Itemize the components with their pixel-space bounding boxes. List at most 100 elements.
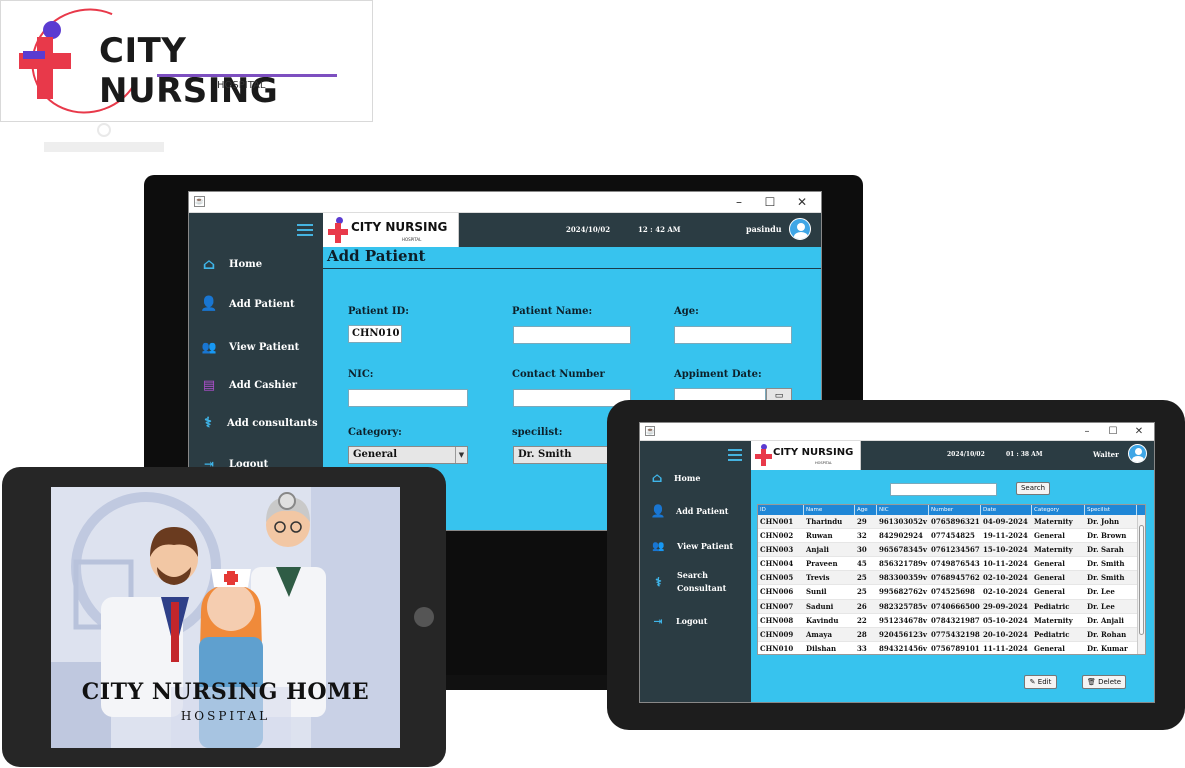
table-row[interactable]: CHN009 Amaya 28 920456123v 0775432198 20-10-2… — [758, 627, 1145, 642]
delete-button[interactable]: 🗑 Delete — [1082, 675, 1126, 689]
table-cell: 0784321987 — [931, 615, 980, 625]
table-cell: Ruwan — [806, 531, 833, 541]
sidebar-item-label: Logout — [676, 616, 708, 626]
maximize-button[interactable]: ☐ — [1104, 424, 1122, 440]
table-cell: 856321789v — [879, 559, 927, 569]
sidebar-item-add-patient[interactable]: 👤 Add Patient — [640, 502, 729, 520]
header-time: 12 : 42 AM — [638, 225, 681, 234]
column-header[interactable]: Age — [855, 505, 877, 515]
menu-icon[interactable] — [297, 224, 313, 236]
table-cell: 19-11-2024 — [983, 531, 1028, 541]
sidebar-item-logout[interactable]: ⇥ Logout — [640, 612, 707, 630]
table-cell: General — [1034, 587, 1065, 597]
sidebar-item-add-cashier[interactable]: ▤ Add Cashier — [189, 374, 297, 396]
table-cell: Maternity — [1034, 545, 1073, 555]
column-header[interactable]: Number — [929, 505, 981, 515]
menu-icon[interactable] — [728, 449, 742, 461]
sidebar-item-search-consultant[interactable]: ⚕ Search Consultant — [640, 569, 727, 595]
table-cell: 25 — [857, 573, 867, 583]
table-cell: CHN003 — [760, 545, 794, 555]
column-header[interactable]: Date — [981, 505, 1032, 515]
sidebar-item-home[interactable]: ⌂ Home — [640, 469, 701, 487]
table-cell: 02-10-2024 — [983, 587, 1028, 597]
table-cell: Dr. John — [1087, 517, 1120, 526]
sidebar-item-home[interactable]: ⌂ Home — [189, 253, 262, 275]
column-header[interactable]: Category — [1032, 505, 1085, 515]
table-row[interactable]: CHN003 Anjali 30 965678345v 0761234567 15-10-… — [758, 543, 1145, 558]
table-cell: 894321456v — [879, 643, 927, 653]
table-row[interactable]: CHN007 Saduni 26 982325785v 0740666500 29-09-… — [758, 599, 1145, 614]
tablet-home-button — [414, 607, 434, 627]
home-icon: ⌂ — [651, 470, 663, 486]
maximize-button[interactable]: ☐ — [761, 194, 779, 210]
sidebar-item-view-patient[interactable]: 👥 View Patient — [189, 336, 300, 358]
scrollbar-thumb[interactable] — [1139, 525, 1144, 635]
brand-logo: CITY NURSING HOSPITAL — [0, 0, 373, 130]
table-cell: 28 — [857, 629, 867, 639]
stethoscope-icon: ⚕ — [655, 575, 662, 589]
specialist-select[interactable]: Dr. Smith — [513, 446, 613, 464]
table-cell: 29 — [857, 517, 867, 526]
patient-name-input[interactable] — [513, 326, 631, 344]
sidebar-item-add-consultants[interactable]: ⚕ Add consultants — [189, 412, 317, 434]
contact-number-input[interactable] — [513, 389, 631, 407]
add-user-icon: 👤 — [200, 296, 218, 312]
table-cell: CHN007 — [760, 601, 794, 611]
table-cell: 0740666500 — [931, 601, 980, 611]
table-cell: CHN005 — [760, 573, 794, 583]
table-row[interactable]: CHN010 Dilshan 33 894321456v 0756789101 11-11… — [758, 642, 1145, 654]
table-cell: 982325785v — [879, 601, 927, 611]
title-divider — [323, 268, 821, 269]
header-logo-name: CITY NURSING — [351, 220, 448, 234]
search-button[interactable]: Search — [1016, 482, 1050, 495]
table-cell: 077454825 — [931, 531, 975, 541]
search-input[interactable] — [890, 483, 997, 496]
table-cell: 10-11-2024 — [983, 559, 1028, 569]
header-logo: CITY NURSING HOSPITAL — [323, 213, 459, 247]
table-cell: Dr. Anjali — [1087, 615, 1124, 625]
close-button[interactable]: ✕ — [1130, 424, 1148, 440]
table-cell: Kavindu — [806, 615, 839, 625]
minimize-button[interactable]: – — [730, 194, 748, 210]
column-header[interactable]: ID — [758, 505, 804, 515]
header-time: 01 : 38 AM — [1006, 451, 1043, 458]
table-row[interactable]: CHN006 Sunil 25 995682762v 074525698 02-10-20… — [758, 585, 1145, 600]
table-row[interactable]: CHN004 Praveen 45 856321789v 0749876543 10-11… — [758, 557, 1145, 572]
table-cell: Sunil — [806, 587, 827, 597]
column-header[interactable]: Name — [804, 505, 855, 515]
table-row[interactable]: CHN008 Kavindu 22 951234678v 0784321987 05-10… — [758, 614, 1145, 628]
user-avatar-icon[interactable] — [1128, 444, 1147, 463]
sidebar-item-view-patient[interactable]: 👥 View Patient — [640, 537, 733, 555]
column-header[interactable]: Specilist — [1085, 505, 1137, 515]
table-row[interactable]: CHN002 Ruwan 32 842902924 077454825 19-11-202… — [758, 529, 1145, 544]
table-cell: 0756789101 — [931, 643, 980, 653]
splash-title: CITY NURSING HOME — [81, 679, 370, 705]
category-select[interactable]: General ▼ — [348, 446, 468, 464]
nic-input[interactable] — [348, 389, 468, 407]
table-cell: 961303052v — [879, 517, 927, 526]
table-row[interactable]: CHN001 Tharindu 29 961303052v 0765896321 04-0… — [758, 515, 1145, 530]
header-logo-subtitle: HOSPITAL — [402, 237, 422, 242]
age-input[interactable] — [674, 326, 792, 344]
close-button[interactable]: ✕ — [793, 194, 811, 210]
table-cell: Dr. Sarah — [1087, 545, 1124, 555]
sidebar-item-add-patient[interactable]: 👤 Add Patient — [189, 293, 294, 315]
table-row[interactable]: CHN005 Trevis 25 983300359v 0768945762 02-10-… — [758, 571, 1145, 586]
edit-button[interactable]: ✎ Edit — [1024, 675, 1057, 689]
table-cell: 951234678v — [879, 615, 927, 625]
column-header[interactable]: NIC — [877, 505, 929, 515]
minimize-button[interactable]: – — [1078, 424, 1096, 440]
table-cell: Dr. Brown — [1087, 531, 1127, 541]
user-avatar-icon[interactable] — [789, 218, 811, 240]
table-cell: 30 — [857, 545, 867, 555]
sidebar-item-label: Add Cashier — [229, 379, 297, 391]
logo-cross-bar — [328, 229, 348, 235]
table-cell: 11-11-2024 — [983, 643, 1028, 653]
table-cell: Dr. Rohan — [1087, 629, 1127, 639]
patient-id-input[interactable]: CHN010 — [348, 325, 402, 343]
edit-button-label: Edit — [1037, 678, 1052, 686]
logo-subtitle: HOSPITAL — [217, 80, 266, 91]
table-cell: General — [1034, 531, 1065, 541]
logo-cross-accent — [23, 51, 45, 59]
table-scrollbar[interactable] — [1137, 515, 1145, 654]
